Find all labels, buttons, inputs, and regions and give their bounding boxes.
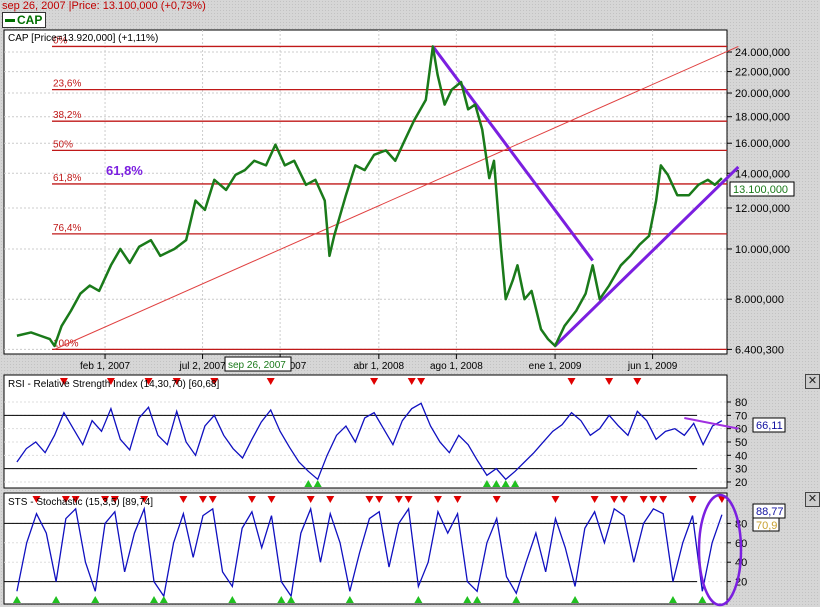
sts-signal-value: 70,9 — [756, 520, 777, 532]
fib-level-label: 50% — [53, 139, 73, 150]
y-tick-label: 10.000,000 — [735, 244, 790, 256]
y-tick-label: 18.000,000 — [735, 112, 790, 124]
y-tick-label: 60 — [735, 424, 747, 436]
fib-level-label: 38,2% — [53, 110, 81, 121]
x-tick-label: abr 1, 2008 — [354, 361, 405, 372]
fib-level-label: 61,8% — [53, 173, 81, 184]
y-tick-label: 70 — [735, 410, 747, 422]
close-sts-panel-button[interactable]: ✕ — [805, 492, 820, 507]
cursor-date: sep 26, 2007 — [228, 360, 286, 371]
rsi-panel — [3, 374, 728, 489]
x-tick-label: jun 1, 2009 — [627, 361, 678, 372]
sts-value: 88,77 — [756, 506, 784, 518]
y-tick-label: 22.000,000 — [735, 67, 790, 79]
fib-level-label: 23,6% — [53, 79, 81, 90]
x-tick-label: jul 2, 2007 — [178, 361, 226, 372]
y-tick-label: 50 — [735, 437, 747, 449]
price-panel-title: CAP [Price=13.920,000] (+1,11%) — [8, 33, 158, 44]
y-tick-label: 6.400,300 — [735, 344, 784, 356]
chart-canvas[interactable]: 24.000,000 22.000,000 20.000,000 18.000,000… — [0, 0, 820, 607]
y-tick-label: 20.000,000 — [735, 88, 790, 100]
y-tick-label: 20 — [735, 477, 747, 489]
last-price-value: 13.100,000 — [733, 184, 788, 196]
close-rsi-panel-button[interactable]: ✕ — [805, 374, 820, 389]
x-tick-label: ago 1, 2008 — [430, 361, 483, 372]
y-tick-label: 16.000,000 — [735, 138, 790, 150]
rsi-value: 66,11 — [756, 420, 783, 432]
y-tick-label: 24.000,000 — [735, 47, 790, 59]
y-tick-label: 8.000,000 — [735, 294, 784, 306]
fib-level-label: 76,4% — [53, 223, 81, 234]
x-tick-label: feb 1, 2007 — [80, 361, 130, 372]
y-tick-label: 14.000,000 — [735, 168, 790, 180]
price-panel — [3, 29, 728, 355]
x-tick-label: ene 1, 2009 — [529, 361, 582, 372]
y-tick-label: 40 — [735, 450, 747, 462]
y-tick-label: 30 — [735, 464, 747, 476]
rsi-title: RSI - Relative Strength Index (14,30,70)… — [8, 379, 219, 390]
fib-annotation: 61,8% — [106, 163, 143, 178]
sts-title: STS - Stochastic (15,3,5) [89,74] — [8, 497, 153, 508]
sts-panel — [3, 492, 728, 605]
y-tick-label: 80 — [735, 397, 747, 409]
y-tick-label: 12.000,000 — [735, 203, 790, 215]
